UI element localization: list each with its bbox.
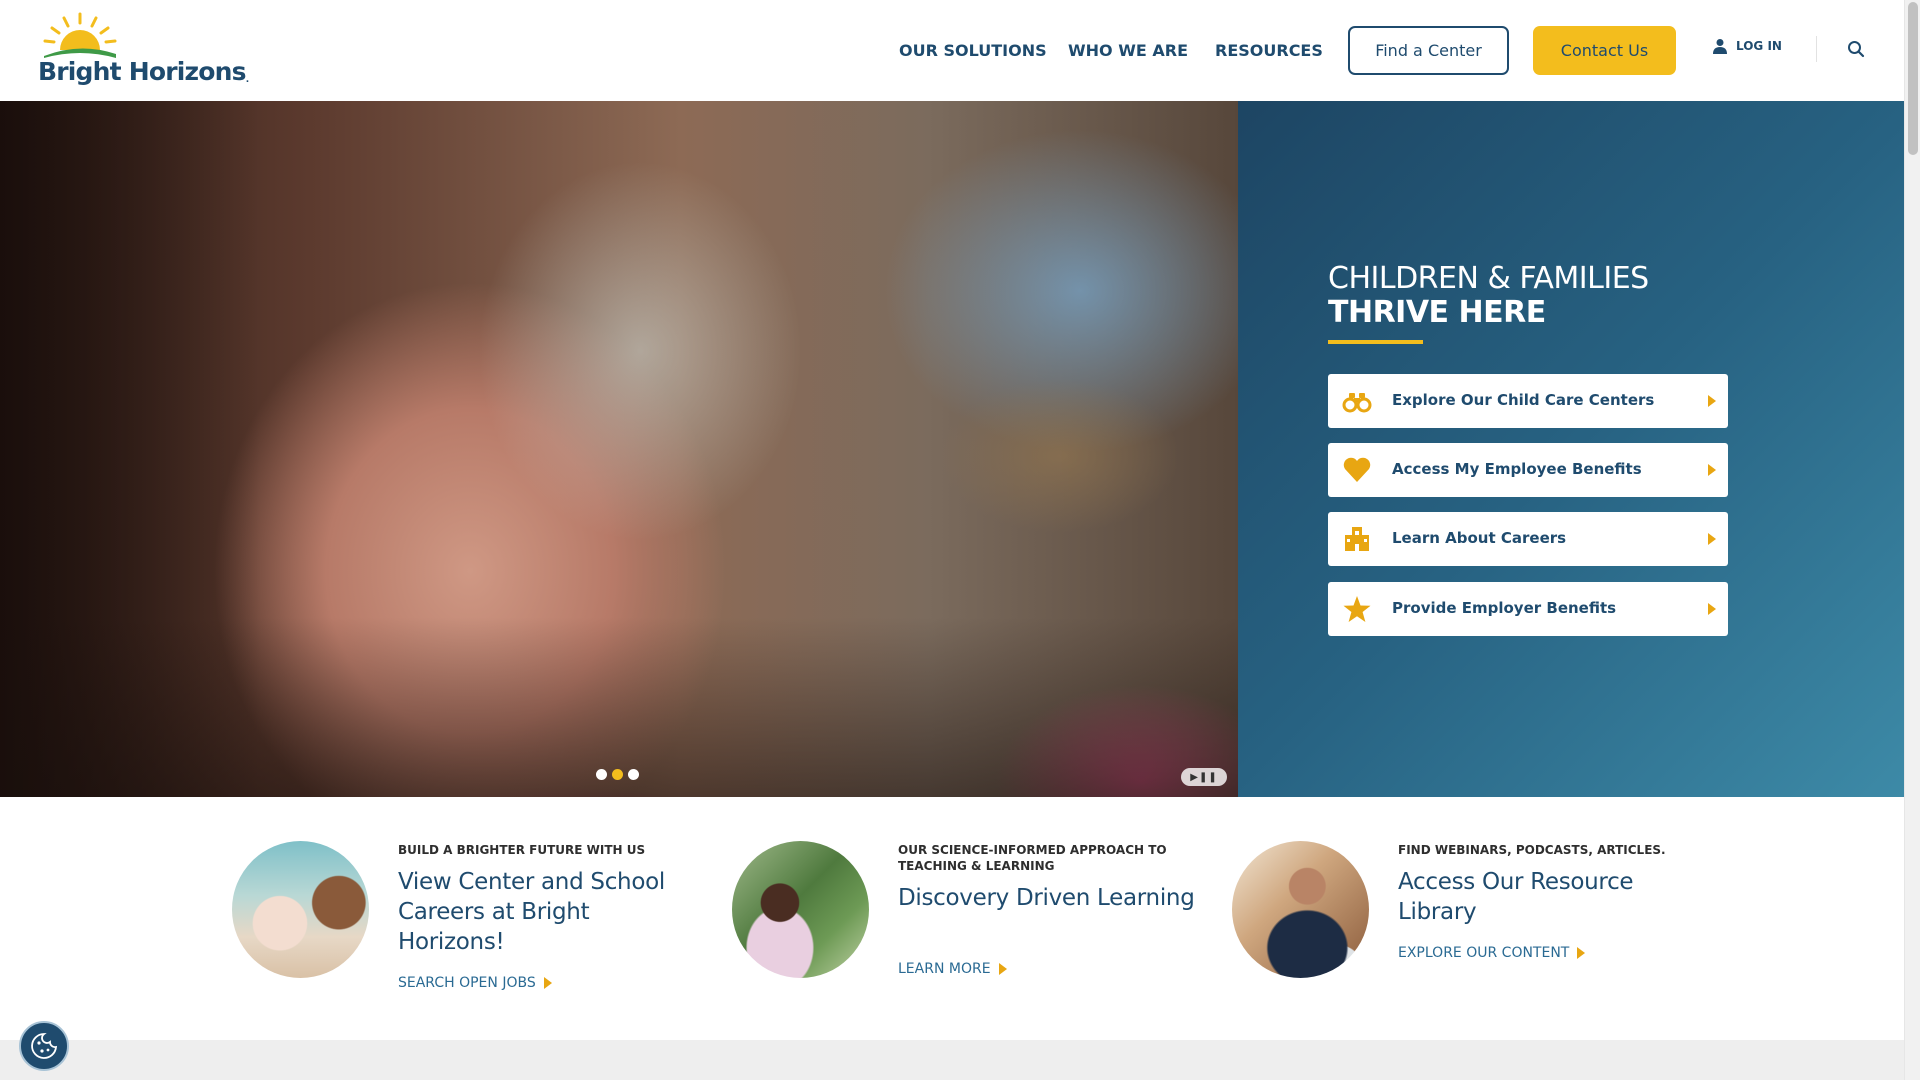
nav-our-solutions[interactable]: OUR SOLUTIONS: [899, 41, 1047, 60]
promo-image-woman-with-laptop: [1232, 841, 1369, 978]
login-link[interactable]: LOG IN: [1712, 38, 1782, 54]
link-label: EXPLORE OUR CONTENT: [1398, 945, 1570, 961]
carousel-dots: [596, 769, 639, 780]
carousel-dot-1[interactable]: [596, 769, 607, 780]
chevron-right-icon: [1708, 533, 1716, 545]
building-icon: [1345, 527, 1369, 551]
promo-image-child-with-plants: [732, 841, 869, 978]
nav-divider: [1816, 36, 1817, 62]
hero-image-baby-at-window: [0, 101, 1238, 797]
contact-us-button[interactable]: Contact Us: [1533, 26, 1676, 75]
promo-headline[interactable]: Access Our Resource Library: [1398, 867, 1698, 927]
cta-label: Provide Employer Benefits: [1392, 599, 1617, 617]
heart-icon: [1343, 457, 1371, 482]
cta-label: Access My Employee Benefits: [1392, 460, 1642, 478]
promo-eyebrow: BUILD A BRIGHTER FUTURE WITH US: [398, 843, 646, 857]
learn-more-link[interactable]: LEARN MORE: [898, 961, 1007, 977]
hero-title-line2: THRIVE HERE: [1328, 295, 1546, 330]
promo-headline[interactable]: View Center and School Careers at Bright…: [398, 867, 698, 957]
binoculars-icon: [1342, 393, 1372, 413]
nav-resources[interactable]: RESOURCES: [1215, 41, 1323, 60]
promo-eyebrow: OUR SCIENCE-INFORMED APPROACH TO TEACHIN…: [898, 843, 1167, 873]
search-button[interactable]: [1847, 40, 1865, 63]
scrollbar-thumb[interactable]: [1908, 2, 1918, 155]
hero-panel: CHILDREN & FAMILIES THRIVE HERE Explore …: [1238, 101, 1904, 797]
search-icon: [1848, 41, 1865, 58]
nav-who-we-are[interactable]: WHO WE ARE: [1068, 41, 1188, 60]
logo-wordmark: Bright Horizons.: [38, 57, 249, 86]
next-section-band: [0, 1040, 1904, 1080]
user-icon: [1713, 39, 1727, 54]
hero-title-underline: [1328, 340, 1423, 344]
cta-label: Explore Our Child Care Centers: [1392, 391, 1655, 409]
arrow-right-icon: [543, 977, 552, 989]
cta-label: Learn About Careers: [1392, 529, 1567, 547]
sun-logo-icon: [43, 12, 117, 58]
chevron-right-icon: [1708, 395, 1716, 407]
bright-horizons-logo[interactable]: Bright Horizons.: [38, 12, 249, 92]
find-a-center-button[interactable]: Find a Center: [1348, 26, 1509, 75]
carousel-dot-3[interactable]: [628, 769, 639, 780]
carousel-dot-2[interactable]: [612, 769, 623, 780]
site-header: Bright Horizons. OUR SOLUTIONS WHO WE AR…: [0, 0, 1904, 101]
cta-employer-benefits[interactable]: Provide Employer Benefits: [1328, 582, 1728, 636]
link-label: SEARCH OPEN JOBS: [398, 975, 536, 991]
chevron-right-icon: [1708, 464, 1716, 476]
login-label: LOG IN: [1736, 39, 1782, 53]
cookie-icon: [31, 1033, 57, 1059]
promo-headline[interactable]: Discovery Driven Learning: [898, 883, 1198, 913]
search-open-jobs-link[interactable]: SEARCH OPEN JOBS: [398, 975, 552, 991]
star-icon: [1343, 596, 1371, 622]
cookie-settings-button[interactable]: [19, 1021, 69, 1071]
arrow-right-icon: [1577, 947, 1586, 959]
cta-employee-benefits[interactable]: Access My Employee Benefits: [1328, 443, 1728, 497]
promo-eyebrow: FIND WEBINARS, PODCASTS, ARTICLES.: [1398, 843, 1666, 857]
explore-content-link[interactable]: EXPLORE OUR CONTENT: [1398, 945, 1586, 961]
link-label: LEARN MORE: [898, 961, 991, 977]
arrow-right-icon: [998, 963, 1007, 975]
page-scrollbar[interactable]: [1904, 0, 1920, 1080]
promo-image-teacher-and-baby: [232, 841, 369, 978]
carousel-play-pause-button[interactable]: ▶❚❚: [1181, 768, 1227, 786]
cta-explore-centers[interactable]: Explore Our Child Care Centers: [1328, 374, 1728, 428]
cta-learn-careers[interactable]: Learn About Careers: [1328, 512, 1728, 566]
hero-title-line1: CHILDREN & FAMILIES: [1328, 261, 1649, 296]
chevron-right-icon: [1708, 603, 1716, 615]
